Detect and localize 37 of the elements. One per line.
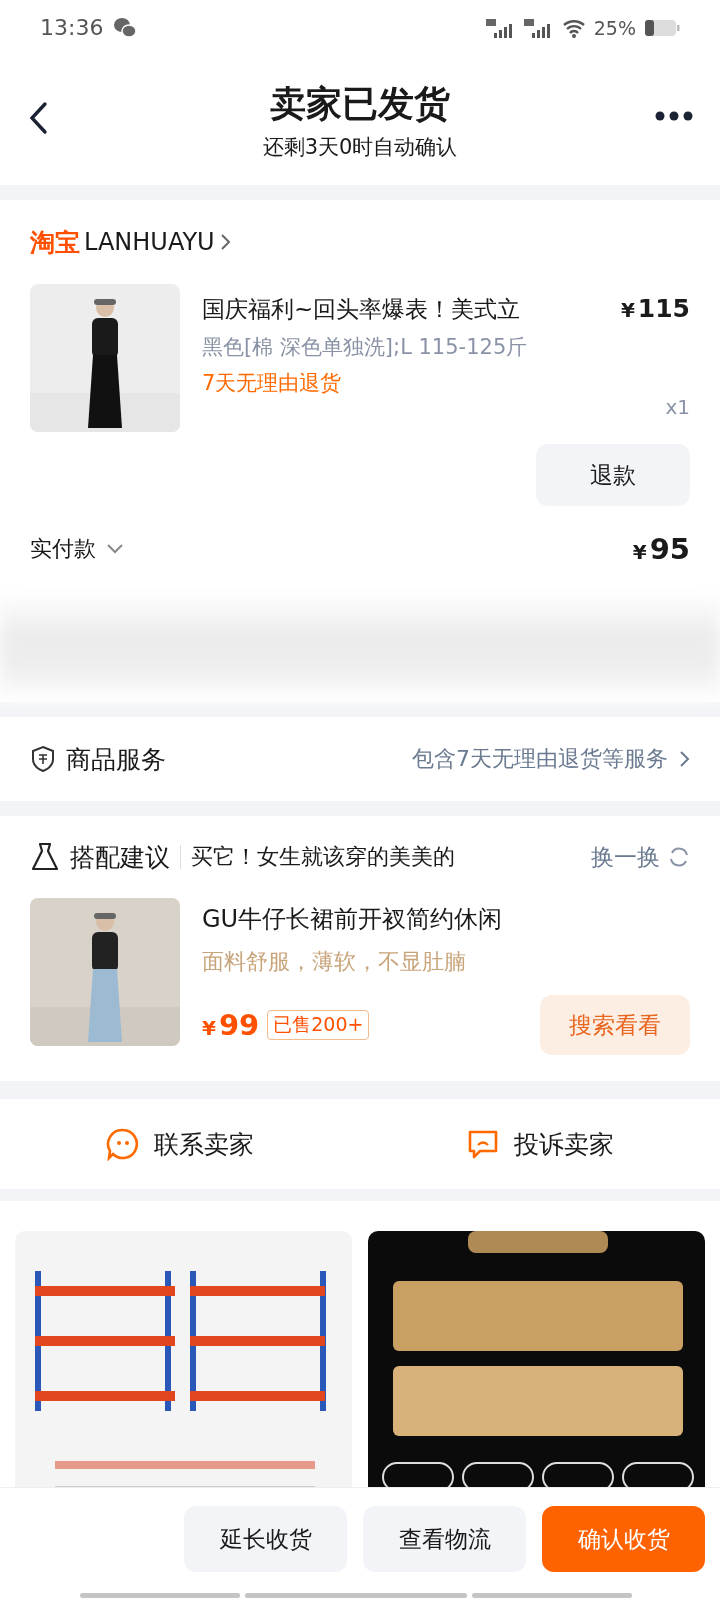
recommend-slogan: 买它！女生就该穿的美美的 bbox=[191, 843, 455, 871]
refresh-button[interactable]: 换一换 bbox=[591, 841, 690, 873]
wechat-icon bbox=[113, 16, 138, 39]
product-title[interactable]: 国庆福利~回头率爆表！美式立 bbox=[202, 294, 599, 325]
product-title[interactable]: GU牛仔长裙前开衩简约休闲 bbox=[202, 903, 690, 935]
product-spec: 黑色[棉 深色单独洗];L 115-125斤 bbox=[202, 334, 529, 361]
product-price: ¥115 bbox=[620, 294, 690, 323]
page-title: 卖家已发货 bbox=[270, 81, 450, 126]
product-description: 面料舒服，薄软，不显肚腩 bbox=[202, 948, 467, 976]
battery-icon bbox=[644, 17, 680, 38]
quantity: x1 bbox=[665, 395, 690, 419]
chat-icon bbox=[106, 1127, 140, 1161]
shop-name[interactable]: LANHUAYU bbox=[84, 228, 215, 256]
product-price: ¥99 bbox=[202, 1008, 260, 1042]
chevron-right-icon bbox=[678, 749, 690, 769]
service-label: 商品服务 bbox=[66, 743, 166, 776]
contact-action[interactable]: 联系卖家 bbox=[0, 1099, 360, 1189]
battery-percent: 25% bbox=[593, 16, 636, 39]
more-icon[interactable] bbox=[654, 110, 694, 122]
action-button[interactable]: 查看物流 bbox=[363, 1506, 526, 1572]
contact-action[interactable]: 投诉卖家 bbox=[360, 1099, 720, 1189]
sold-count: 已售200+ bbox=[267, 1010, 370, 1040]
shop-logo: 淘宝 bbox=[30, 226, 80, 259]
refund-button[interactable]: 退款 bbox=[536, 444, 690, 506]
recommend-title: 搭配建议 bbox=[70, 841, 170, 874]
chevron-down-icon bbox=[106, 543, 124, 555]
paid-amount-label[interactable]: 实付款 bbox=[30, 534, 124, 564]
service-detail[interactable]: 包含7天无理由退货等服务 bbox=[412, 744, 668, 774]
return-policy-tag: 7天无理由退货 bbox=[202, 369, 599, 397]
wifi-icon bbox=[561, 17, 586, 38]
shield-icon bbox=[30, 745, 56, 773]
clock-time: 13:36 bbox=[40, 15, 104, 40]
action-button[interactable]: 延长收货 bbox=[184, 1506, 347, 1572]
refresh-icon bbox=[668, 846, 690, 868]
chevron-right-icon bbox=[218, 232, 231, 252]
paid-amount: ¥95 bbox=[632, 532, 690, 566]
auto-confirm-countdown: 还剩3天0时自动确认 bbox=[262, 133, 458, 161]
